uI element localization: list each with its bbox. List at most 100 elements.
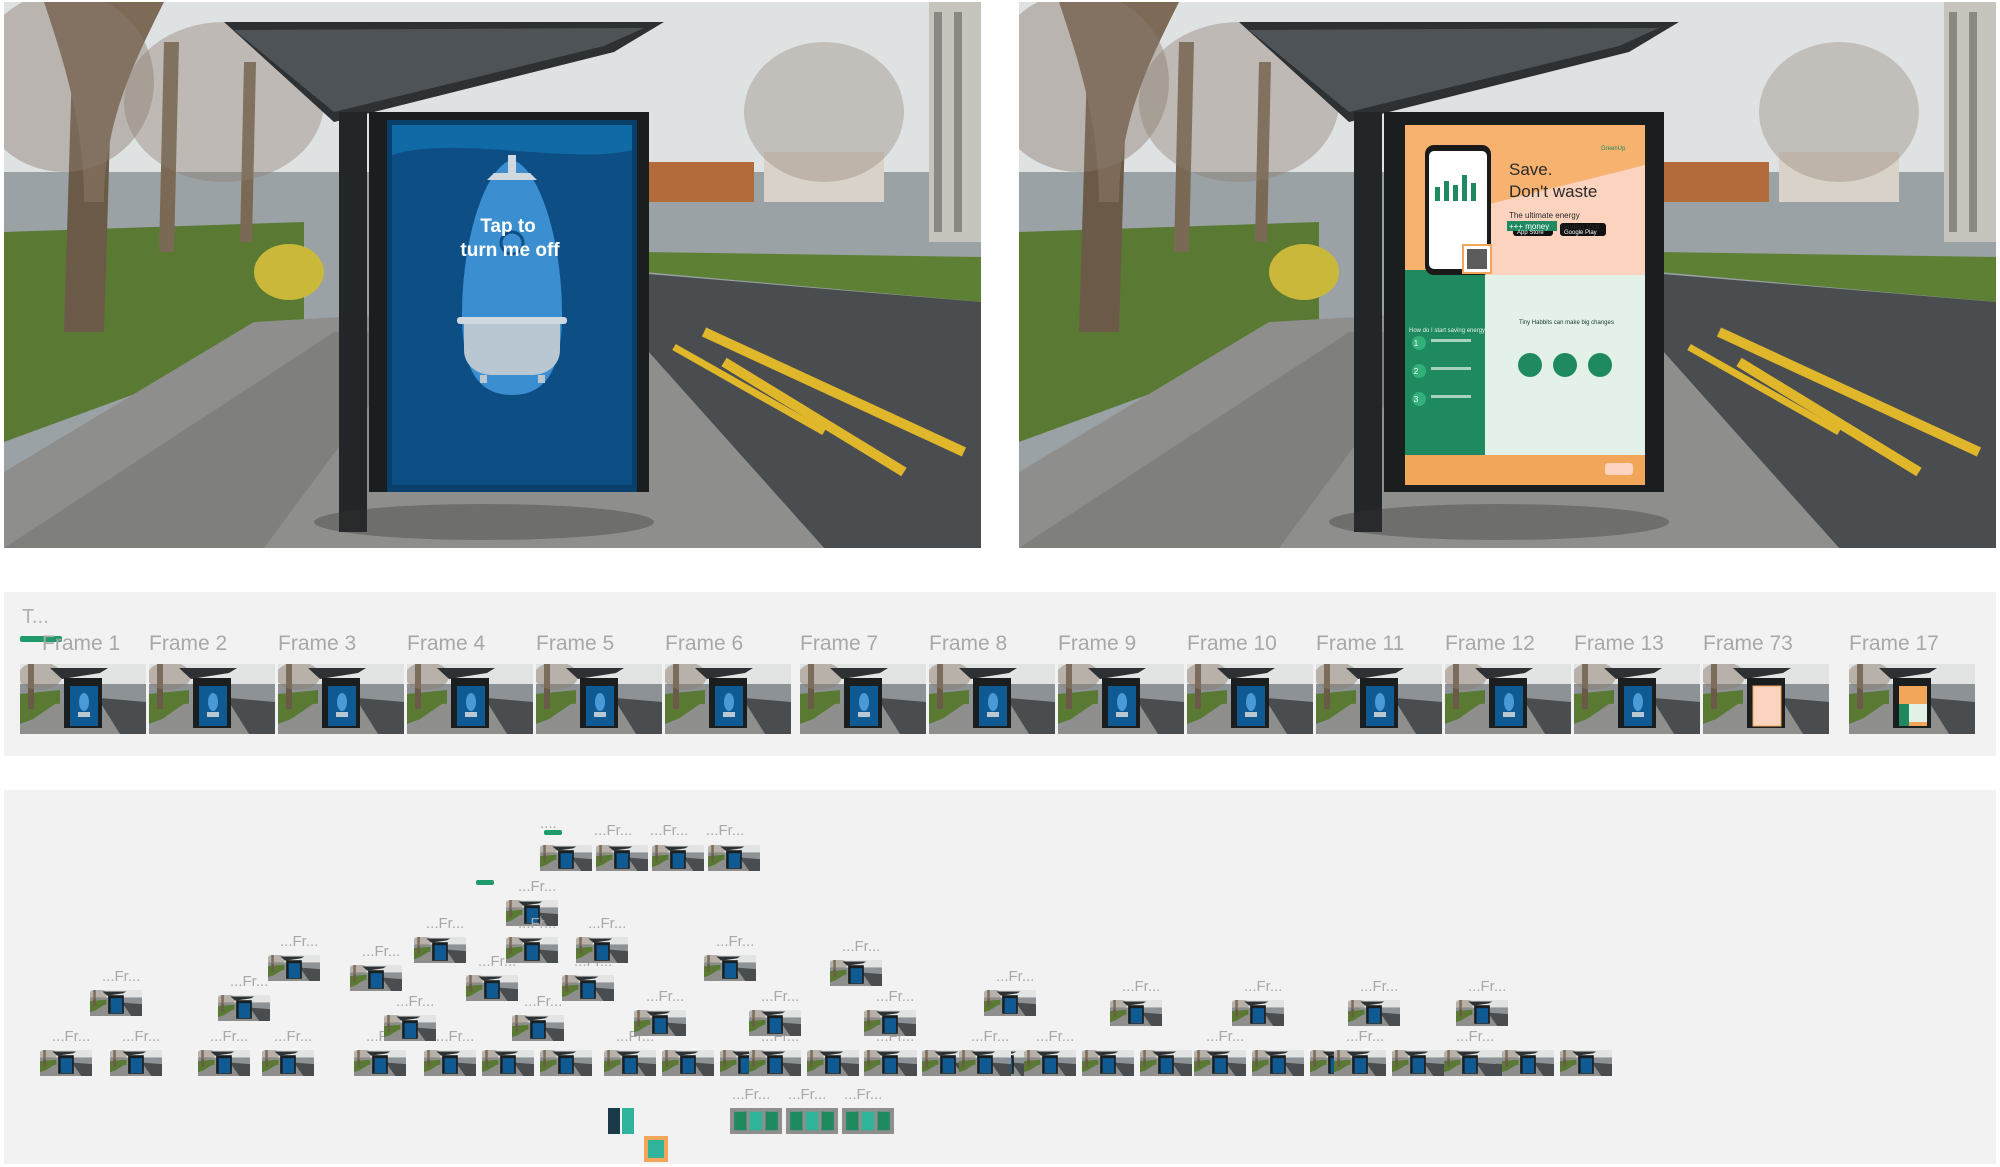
- flow-node-frame[interactable]: [984, 990, 1036, 1016]
- flow-node-frame[interactable]: [262, 1050, 314, 1076]
- frame-thumbnail[interactable]: [149, 664, 275, 734]
- frame-thumbnail[interactable]: [1316, 664, 1442, 734]
- frame-label[interactable]: Frame 17: [1849, 632, 1939, 656]
- flow-node-frame[interactable]: [562, 975, 614, 1001]
- shower-poster: [387, 120, 637, 492]
- flow-tag: [476, 880, 494, 885]
- frame-thumbnail[interactable]: [929, 664, 1055, 734]
- flow-node-frame[interactable]: [110, 1050, 162, 1076]
- flow-node-frame[interactable]: [749, 1050, 801, 1076]
- frame-label[interactable]: Frame 4: [407, 632, 485, 656]
- flow-node-frame[interactable]: [864, 1010, 916, 1036]
- flow-node-label: ...Fr...: [1244, 978, 1283, 995]
- flow-node-label: ...Fr...: [588, 915, 627, 932]
- frame-thumbnail[interactable]: [536, 664, 662, 734]
- frame-thumbnail[interactable]: [1058, 664, 1184, 734]
- flow-tag: [544, 830, 562, 835]
- flow-node-frame[interactable]: [959, 1050, 1011, 1076]
- flow-node-frame[interactable]: [1110, 1000, 1162, 1026]
- flow-node-frame[interactable]: [506, 937, 558, 963]
- frame-thumbnail[interactable]: [665, 664, 791, 734]
- flow-node-frame[interactable]: [596, 845, 648, 871]
- frame-thumbnail[interactable]: [1703, 664, 1829, 734]
- flow-node-frame[interactable]: [1348, 1000, 1400, 1026]
- flow-node-frame[interactable]: [708, 845, 760, 871]
- flow-node-frame[interactable]: [1456, 1000, 1508, 1026]
- flow-node-frame[interactable]: [350, 965, 402, 991]
- flow-node-label: ...Fr...: [274, 1028, 313, 1045]
- poster-store-2-label: Google Play: [1564, 230, 1597, 236]
- flow-node-label: ...Fr...: [1468, 978, 1507, 995]
- flow-node-frame[interactable]: [540, 845, 592, 871]
- flow-node-frame[interactable]: [662, 1050, 714, 1076]
- flow-node-frame[interactable]: [704, 955, 756, 981]
- flow-node-frame[interactable]: [634, 1010, 686, 1036]
- frame-thumbnail[interactable]: [1187, 664, 1313, 734]
- photo-mockup-shower-poster: Tap to turn me off: [4, 2, 981, 548]
- frame-thumbnail[interactable]: [278, 664, 404, 734]
- flow-node-frame[interactable]: [198, 1050, 250, 1076]
- flow-node-label: ...Fr...: [876, 988, 915, 1005]
- flow-node-frame[interactable]: [424, 1050, 476, 1076]
- flow-node-frame[interactable]: [730, 1108, 782, 1134]
- frame-label[interactable]: Frame 73: [1703, 632, 1793, 656]
- flow-node-frame[interactable]: [830, 960, 882, 986]
- frame-label[interactable]: Frame 10: [1187, 632, 1277, 656]
- frame-label[interactable]: Frame 11: [1316, 632, 1404, 656]
- flow-node-label: ...Fr...: [594, 822, 633, 839]
- flow-node-frame[interactable]: [540, 1050, 592, 1076]
- flow-node-frame[interactable]: [1560, 1050, 1612, 1076]
- prototype-flow-canvas[interactable]: ...Fr... ...Fr... ...Fr... ...Fr... ...Fr...…: [4, 790, 1996, 1164]
- flow-node-frame[interactable]: [842, 1108, 894, 1134]
- flow-node-frame[interactable]: [608, 1108, 634, 1134]
- flow-node-frame[interactable]: [384, 1015, 436, 1041]
- flow-node-frame[interactable]: [652, 845, 704, 871]
- flow-node-frame[interactable]: [1024, 1050, 1076, 1076]
- frame-thumbnail[interactable]: [407, 664, 533, 734]
- frame-label[interactable]: Frame 9: [1058, 632, 1136, 656]
- flow-node-frame[interactable]: [1082, 1050, 1134, 1076]
- frame-label[interactable]: Frame 5: [536, 632, 614, 656]
- flow-node-frame[interactable]: [576, 937, 628, 963]
- flow-node-frame[interactable]: [218, 995, 270, 1021]
- flow-node-frame[interactable]: [482, 1050, 534, 1076]
- flow-node-frame[interactable]: [512, 1015, 564, 1041]
- flow-node-label: ...Fr...: [788, 1086, 827, 1103]
- frame-label[interactable]: Frame 8: [929, 632, 1007, 656]
- flow-node-frame[interactable]: [604, 1050, 656, 1076]
- flow-node-frame[interactable]: [864, 1050, 916, 1076]
- flow-node-label: ...Fr...: [1036, 1028, 1075, 1045]
- flow-node-frame[interactable]: [268, 955, 320, 981]
- frame-label[interactable]: Frame 12: [1445, 632, 1535, 656]
- flow-node-frame[interactable]: [749, 1010, 801, 1036]
- flow-node-label: ...Fr...: [761, 988, 800, 1005]
- flow-node-frame[interactable]: [1444, 1050, 1496, 1076]
- flow-node-frame[interactable]: [414, 937, 466, 963]
- flow-node-label: ...Fr...: [1206, 1028, 1245, 1045]
- frame-thumbnail[interactable]: [800, 664, 926, 734]
- frame-label[interactable]: Frame 3: [278, 632, 356, 656]
- frame-label[interactable]: Frame 7: [800, 632, 878, 656]
- frame-thumbnail[interactable]: [20, 664, 146, 734]
- frame-label[interactable]: Frame 13: [1574, 632, 1664, 656]
- flow-node-frame[interactable]: [1392, 1050, 1444, 1076]
- frame-thumbnail[interactable]: [1445, 664, 1571, 734]
- flow-node-frame[interactable]: [1232, 1000, 1284, 1026]
- flow-node-frame[interactable]: [1334, 1050, 1386, 1076]
- frame-label[interactable]: Frame 2: [149, 632, 227, 656]
- frame-thumbnail[interactable]: [1849, 664, 1975, 734]
- flow-node-frame[interactable]: [466, 975, 518, 1001]
- frame-thumbnail[interactable]: [1574, 664, 1700, 734]
- flow-node-frame[interactable]: [644, 1136, 668, 1162]
- flow-node-frame[interactable]: [354, 1050, 406, 1076]
- flow-node-frame[interactable]: [807, 1050, 859, 1076]
- flow-node-frame[interactable]: [1194, 1050, 1246, 1076]
- flow-node-frame[interactable]: [786, 1108, 838, 1134]
- flow-node-frame[interactable]: [90, 990, 142, 1016]
- flow-node-frame[interactable]: [1502, 1050, 1554, 1076]
- flow-node-frame[interactable]: [40, 1050, 92, 1076]
- frame-label[interactable]: Frame 1: [42, 632, 120, 656]
- flow-node-frame[interactable]: [1140, 1050, 1192, 1076]
- frame-label[interactable]: Frame 6: [665, 632, 743, 656]
- flow-node-frame[interactable]: [1252, 1050, 1304, 1076]
